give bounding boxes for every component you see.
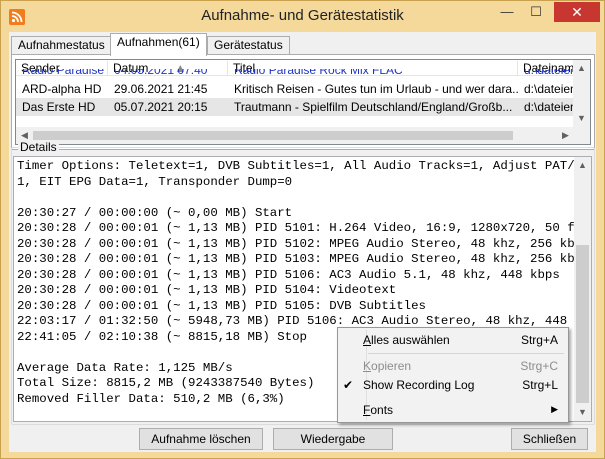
menu-separator <box>368 353 564 354</box>
tab-geraetestatus[interactable]: Gerätestatus <box>207 36 290 55</box>
tab-aufnahmen[interactable]: Aufnahmen(61) <box>110 33 207 56</box>
shortcut-select-all: Strg+A <box>520 333 558 347</box>
shortcut-copy: Strg+C <box>520 359 558 373</box>
title-bar[interactable]: Aufnahme- und Gerätestatistik — ☐ ✕ <box>1 1 604 31</box>
scroll-down-icon[interactable]: ▼ <box>573 110 590 127</box>
menu-item-fonts[interactable]: Fonts ▶ <box>340 400 566 422</box>
close-button[interactable]: Schließen <box>511 428 588 450</box>
close-window-button[interactable]: ✕ <box>554 2 600 22</box>
scroll-right-icon[interactable]: ▶ <box>557 127 574 144</box>
details-label: Details <box>18 140 59 154</box>
play-button[interactable]: Wiedergabe <box>273 428 393 450</box>
context-menu: Alles auswählen Strg+A Kopieren Strg+C ✔… <box>337 327 569 423</box>
log-vertical-scrollbar[interactable]: ▲ ▼ <box>574 157 591 421</box>
log-scroll-thumb[interactable] <box>576 245 589 403</box>
submenu-arrow-icon: ▶ <box>551 404 558 414</box>
delete-recording-button[interactable]: Aufnahme löschen <box>139 428 263 450</box>
table-row[interactable]: Das Erste HD 05.07.2021 20:15 Trautmann … <box>16 98 576 116</box>
table-row[interactable]: Radio Paradise 04.05.2021 07:40 Radio Pa… <box>16 69 576 79</box>
tab-aufnahmestatus[interactable]: Aufnahmestatus <box>11 36 112 55</box>
horizontal-scroll-thumb[interactable] <box>33 131 513 140</box>
list-horizontal-scrollbar[interactable]: ◀ ▶ <box>16 127 590 144</box>
scroll-up-icon[interactable]: ▲ <box>573 60 590 77</box>
table-row[interactable]: ARD-alpha HD 29.06.2021 21:45 Kritisch R… <box>16 80 576 98</box>
recordings-list[interactable]: Sender Datum ▲ Titel Dateiname Radio Para… <box>15 59 591 145</box>
maximize-button[interactable]: ☐ <box>522 2 550 22</box>
minimize-button[interactable]: — <box>493 2 521 22</box>
shortcut-show-log: Strg+L <box>522 378 558 392</box>
checkmark-icon: ✔ <box>343 378 354 392</box>
menu-item-select-all[interactable]: Alles auswählen Strg+A <box>340 330 566 352</box>
recordings-panel: Sender Datum ▲ Titel Dateiname Radio Para… <box>11 54 595 150</box>
scroll-up-icon[interactable]: ▲ <box>574 157 591 174</box>
scroll-down-icon[interactable]: ▼ <box>574 404 591 421</box>
menu-item-show-recording-log[interactable]: ✔ Show Recording Log Strg+L <box>340 375 566 397</box>
list-vertical-scrollbar[interactable]: ▲ ▼ <box>573 60 590 127</box>
